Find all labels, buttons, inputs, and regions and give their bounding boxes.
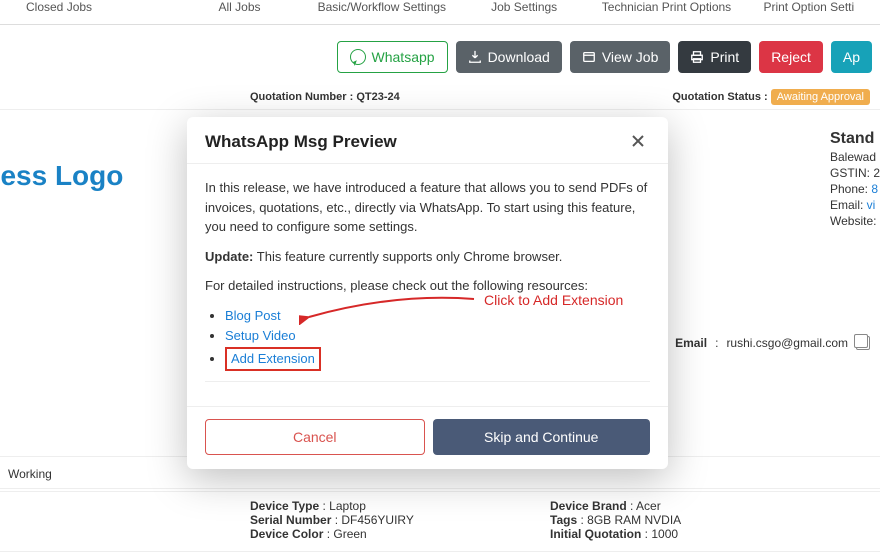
working-label: Working	[8, 467, 52, 481]
approve-button[interactable]: Ap	[831, 41, 872, 73]
company-phone-value[interactable]: 8	[871, 182, 878, 196]
tab-job-settings[interactable]: Job Settings	[453, 0, 595, 14]
view-icon	[582, 50, 596, 64]
tab-closed-jobs[interactable]: Closed Jobs	[0, 0, 168, 14]
company-email-value[interactable]: vi	[867, 198, 876, 212]
modal-resource-list: Blog Post Setup Video Add Extension	[225, 306, 650, 372]
device-brand-label: Device Brand	[550, 499, 627, 513]
print-icon	[690, 50, 704, 64]
modal-update-text: This feature currently supports only Chr…	[253, 249, 562, 264]
serial-number-value: DF456YUIRY	[341, 513, 413, 527]
serial-number-label: Serial Number	[250, 513, 331, 527]
quotation-status-badge: Awaiting Approval	[771, 89, 870, 105]
tab-workflow-settings[interactable]: Basic/Workflow Settings	[311, 0, 453, 14]
setup-video-link[interactable]: Setup Video	[225, 328, 296, 343]
modal-footer: Cancel Skip and Continue	[187, 407, 668, 469]
view-job-button[interactable]: View Job	[570, 41, 671, 73]
tab-tech-print-options[interactable]: Technician Print Options	[595, 0, 737, 14]
device-type-label: Device Type	[250, 499, 319, 513]
company-phone-label: Phone:	[830, 182, 868, 196]
download-icon	[468, 50, 482, 64]
device-color-label: Device Color	[250, 527, 323, 541]
cancel-button[interactable]: Cancel	[205, 419, 425, 455]
skip-continue-button[interactable]: Skip and Continue	[433, 419, 651, 455]
tags-label: Tags	[550, 513, 577, 527]
quotation-number-value: QT23-24	[356, 91, 399, 103]
company-info: Stand Balewad GSTIN: 2 Phone: 8 Email: v…	[830, 130, 880, 230]
tab-all-jobs[interactable]: All Jobs	[168, 0, 310, 14]
initial-quotation-value: 1000	[651, 527, 678, 541]
device-details: Device Type : Laptop Serial Number : DF4…	[0, 488, 880, 552]
whatsapp-preview-modal: WhatsApp Msg Preview In this release, we…	[187, 117, 668, 469]
download-label: Download	[488, 49, 550, 65]
modal-body: In this release, we have introduced a fe…	[187, 163, 668, 407]
tags-value: 8GB RAM NVDIA	[587, 513, 681, 527]
top-tabs: Closed Jobs All Jobs Basic/Workflow Sett…	[0, 0, 880, 25]
quotation-number-label: Quotation Number :	[250, 91, 353, 103]
action-bar: Whatsapp Download View Job Print Reject …	[0, 25, 880, 85]
whatsapp-label: Whatsapp	[372, 49, 435, 65]
quotation-info-row: Quotation Number : QT23-24 Quotation Sta…	[0, 85, 880, 110]
company-website-label: Website:	[830, 214, 880, 228]
customer-email-value: rushi.csgo@gmail.com	[726, 336, 848, 350]
copy-icon[interactable]	[856, 336, 870, 350]
modal-instructions-text: For detailed instructions, please check …	[205, 276, 650, 296]
print-button[interactable]: Print	[678, 41, 751, 73]
company-gstin: GSTIN: 2	[830, 166, 880, 180]
close-icon	[630, 133, 646, 149]
view-label: View Job	[602, 49, 659, 65]
company-address: Balewad	[830, 150, 880, 164]
company-name: Stand	[830, 130, 880, 148]
whatsapp-button[interactable]: Whatsapp	[337, 41, 448, 73]
whatsapp-icon	[350, 49, 366, 65]
tab-print-option-settings[interactable]: Print Option Setti	[738, 0, 880, 14]
customer-email-row: Email : rushi.csgo@gmail.com	[675, 336, 870, 350]
device-brand-value: Acer	[636, 499, 661, 513]
modal-title: WhatsApp Msg Preview	[205, 132, 397, 152]
device-color-value: Green	[333, 527, 366, 541]
add-extension-link[interactable]: Add Extension	[231, 351, 315, 366]
initial-quotation-label: Initial Quotation	[550, 527, 641, 541]
modal-update-label: Update:	[205, 249, 253, 264]
modal-intro-text: In this release, we have introduced a fe…	[205, 178, 650, 237]
customer-email-label: Email	[675, 336, 707, 350]
print-label: Print	[710, 49, 739, 65]
device-type-value: Laptop	[329, 499, 366, 513]
blog-post-link[interactable]: Blog Post	[225, 308, 281, 323]
reject-button[interactable]: Reject	[759, 41, 823, 73]
quotation-status-label: Quotation Status :	[672, 91, 767, 103]
download-button[interactable]: Download	[456, 41, 562, 73]
company-email-label: Email:	[830, 198, 863, 212]
modal-close-button[interactable]	[626, 131, 650, 153]
